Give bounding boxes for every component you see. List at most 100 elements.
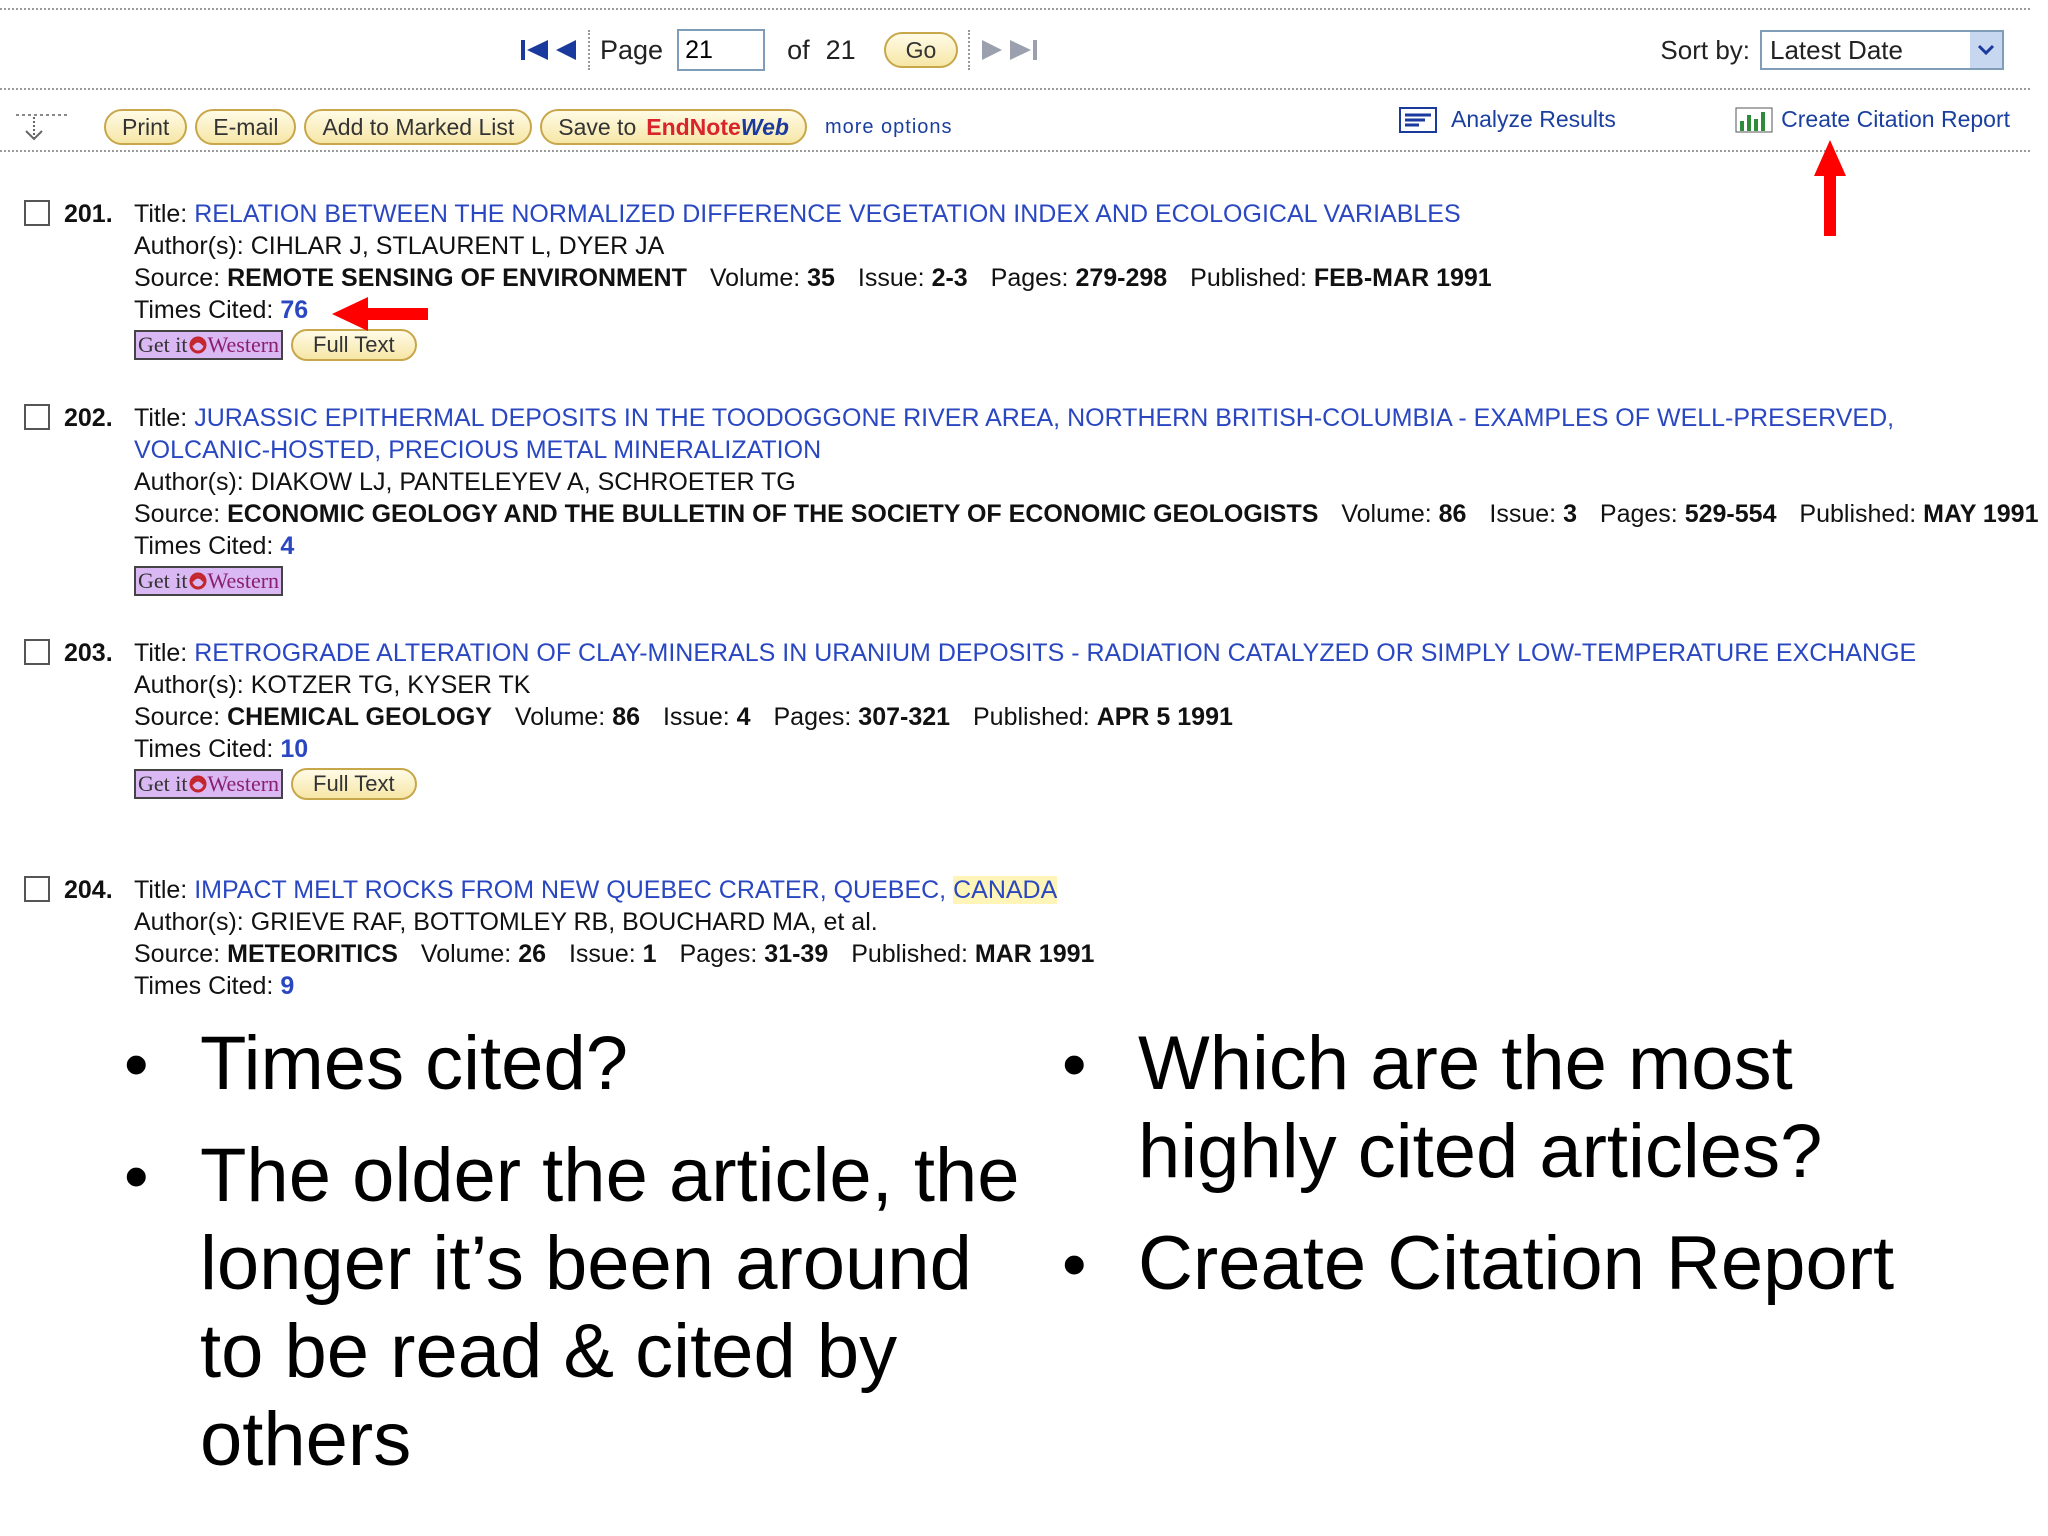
move-down-icon[interactable] — [14, 111, 70, 143]
go-button[interactable]: Go — [883, 32, 959, 68]
record-published: FEB-MAR 1991 — [1313, 264, 1492, 292]
last-page-icon[interactable] — [1008, 38, 1038, 62]
published-label: Published: — [851, 940, 968, 968]
result-record: 201. Title: RELATION BETWEEN THE NORMALI… — [24, 198, 2010, 362]
western-label: Western — [207, 771, 280, 796]
record-source-line: Source: REMOTE SENSING OF ENVIRONMENT Vo… — [134, 262, 2010, 294]
pages-label: Pages: — [990, 264, 1069, 292]
more-options-link[interactable]: more options — [825, 116, 953, 139]
record-checkbox[interactable] — [24, 639, 50, 665]
record-authors: KOTZER TG, KYSER TK — [250, 671, 531, 699]
toolbar-divider — [0, 150, 2030, 152]
record-authors: DIAKOW LJ, PANTELEYEV A, SCHROETER TG — [250, 468, 796, 496]
authors-label: Author(s): — [134, 671, 244, 699]
record-actions: Get it Western Full Text — [134, 767, 2010, 801]
record-authors-line: Author(s): GRIEVE RAF, BOTTOMLEY RB, BOU… — [134, 906, 2010, 938]
times-cited-link[interactable]: 10 — [280, 735, 308, 763]
sort-select[interactable]: Latest Date — [1760, 30, 2004, 70]
bullet-times-cited: Times cited? — [124, 1020, 1024, 1108]
analyze-results-link[interactable]: Analyze Results — [1399, 106, 1616, 133]
record-checkbox[interactable] — [24, 876, 50, 902]
print-button[interactable]: Print — [104, 109, 188, 145]
record-pages: 31-39 — [764, 940, 829, 968]
sort-label: Sort by: — [1660, 34, 1750, 65]
record-authors-line: Author(s): DIAKOW LJ, PANTELEYEV A, SCHR… — [134, 466, 2010, 498]
next-page-icon[interactable] — [980, 38, 1004, 62]
get-it-label: Get it — [138, 568, 188, 593]
record-times-cited-line: Times Cited: 10 — [134, 733, 2010, 765]
get-it-western-button[interactable]: Get it Western — [134, 769, 284, 799]
record-title-link[interactable]: JURASSIC EPITHERMAL DEPOSITS IN THE TOOD… — [134, 404, 1894, 464]
previous-page-icon[interactable] — [554, 38, 578, 62]
get-it-western-button[interactable]: Get it Western — [134, 330, 284, 360]
record-authors: CIHLAR J, STLAURENT L, DYER JA — [250, 232, 665, 260]
record-volume: 35 — [807, 264, 835, 292]
source-label: Source: — [134, 264, 221, 292]
record-volume: 86 — [612, 703, 641, 731]
record-published: MAY 1991 — [1923, 500, 2039, 528]
issue-label: Issue: — [568, 940, 636, 968]
pager-separator-right — [968, 30, 971, 70]
record-authors-line: Author(s): CIHLAR J, STLAURENT L, DYER J… — [134, 230, 2010, 262]
record-title-link[interactable]: RETROGRADE ALTERATION OF CLAY-MINERALS I… — [194, 639, 1916, 667]
times-cited-link[interactable]: 76 — [280, 296, 308, 324]
western-swirl-icon — [189, 775, 206, 793]
times-cited-label: Times Cited: — [134, 296, 274, 324]
create-citation-report-label: Create Citation Report — [1781, 106, 2010, 132]
pager-separator — [588, 30, 590, 70]
create-citation-report-link[interactable]: Create Citation Report — [1735, 106, 2010, 133]
record-issue: 4 — [736, 703, 751, 731]
sort-selected-value: Latest Date — [1770, 34, 1903, 65]
times-cited-label: Times Cited: — [134, 532, 274, 560]
bullet-create-citation-report: Create Citation Report — [1062, 1220, 1962, 1308]
record-title-line: Title: RELATION BETWEEN THE NORMALIZED D… — [134, 198, 2010, 230]
volume-label: Volume: — [1341, 500, 1432, 528]
record-checkbox[interactable] — [24, 200, 50, 226]
record-title-link[interactable]: RELATION BETWEEN THE NORMALIZED DIFFEREN… — [194, 200, 1460, 228]
record-title-link[interactable]: IMPACT MELT ROCKS FROM NEW QUEBEC CRATER… — [194, 876, 946, 904]
bullet-most-cited: Which are the most highly cited articles… — [1062, 1020, 1962, 1196]
record-actions: Get it Western — [134, 564, 2010, 598]
record-number: 201. — [64, 200, 113, 228]
sort-control: Sort by: Latest Date — [1660, 30, 2004, 70]
record-number: 202. — [64, 404, 113, 432]
bullets-left: Times cited? The older the article, the … — [124, 1020, 1024, 1508]
source-label: Source: — [134, 500, 221, 528]
volume-label: Volume: — [709, 264, 801, 292]
full-text-button[interactable]: Full Text — [291, 768, 417, 800]
published-label: Published: — [1799, 500, 1917, 528]
record-checkbox[interactable] — [24, 404, 50, 430]
authors-label: Author(s): — [134, 232, 244, 260]
save-to-endnote-web-button[interactable]: Save to EndNote Web — [540, 109, 807, 145]
record-source-line: Source: ECONOMIC GEOLOGY AND THE BULLETI… — [134, 498, 2039, 530]
web-logo: Web — [740, 113, 789, 140]
page-number-input[interactable] — [677, 29, 766, 71]
add-to-marked-list-button[interactable]: Add to Marked List — [304, 109, 533, 145]
times-cited-link[interactable]: 9 — [280, 972, 294, 1000]
get-it-western-button[interactable]: Get it Western — [134, 566, 284, 596]
bullets-right: Which are the most highly cited articles… — [1062, 1020, 1962, 1332]
times-cited-link[interactable]: 4 — [280, 532, 294, 560]
record-published: APR 5 1991 — [1096, 703, 1233, 731]
western-swirl-icon — [189, 336, 206, 354]
times-cited-label: Times Cited: — [134, 972, 274, 1000]
record-number: 203. — [64, 639, 113, 667]
get-it-label: Get it — [138, 332, 188, 357]
bar-chart-icon — [1735, 107, 1773, 132]
record-title-highlight[interactable]: CANADA — [953, 876, 1058, 904]
record-issue: 1 — [642, 940, 657, 968]
western-label: Western — [207, 332, 280, 357]
chevron-down-icon[interactable] — [1970, 32, 2002, 68]
result-record: 203. Title: RETROGRADE ALTERATION OF CLA… — [24, 637, 2010, 801]
web-of-science-results-screenshot: Page of 21 Go Sort by: Latest Date Print — [0, 0, 2039, 1002]
record-title-line: Title: RETROGRADE ALTERATION OF CLAY-MIN… — [134, 637, 2010, 669]
result-record: 202. Title: JURASSIC EPITHERMAL DEPOSITS… — [24, 402, 2039, 598]
record-number: 204. — [64, 876, 113, 904]
results-toolbar: Print E-mail Add to Marked List Save to … — [14, 106, 2010, 148]
first-page-icon[interactable] — [520, 38, 550, 62]
record-title-line: Title: IMPACT MELT ROCKS FROM NEW QUEBEC… — [134, 874, 2010, 906]
pages-label: Pages: — [1599, 500, 1678, 528]
email-button[interactable]: E-mail — [195, 109, 297, 145]
record-times-cited-line: Times Cited: 9 — [134, 970, 2010, 1002]
title-label: Title: — [134, 876, 188, 904]
